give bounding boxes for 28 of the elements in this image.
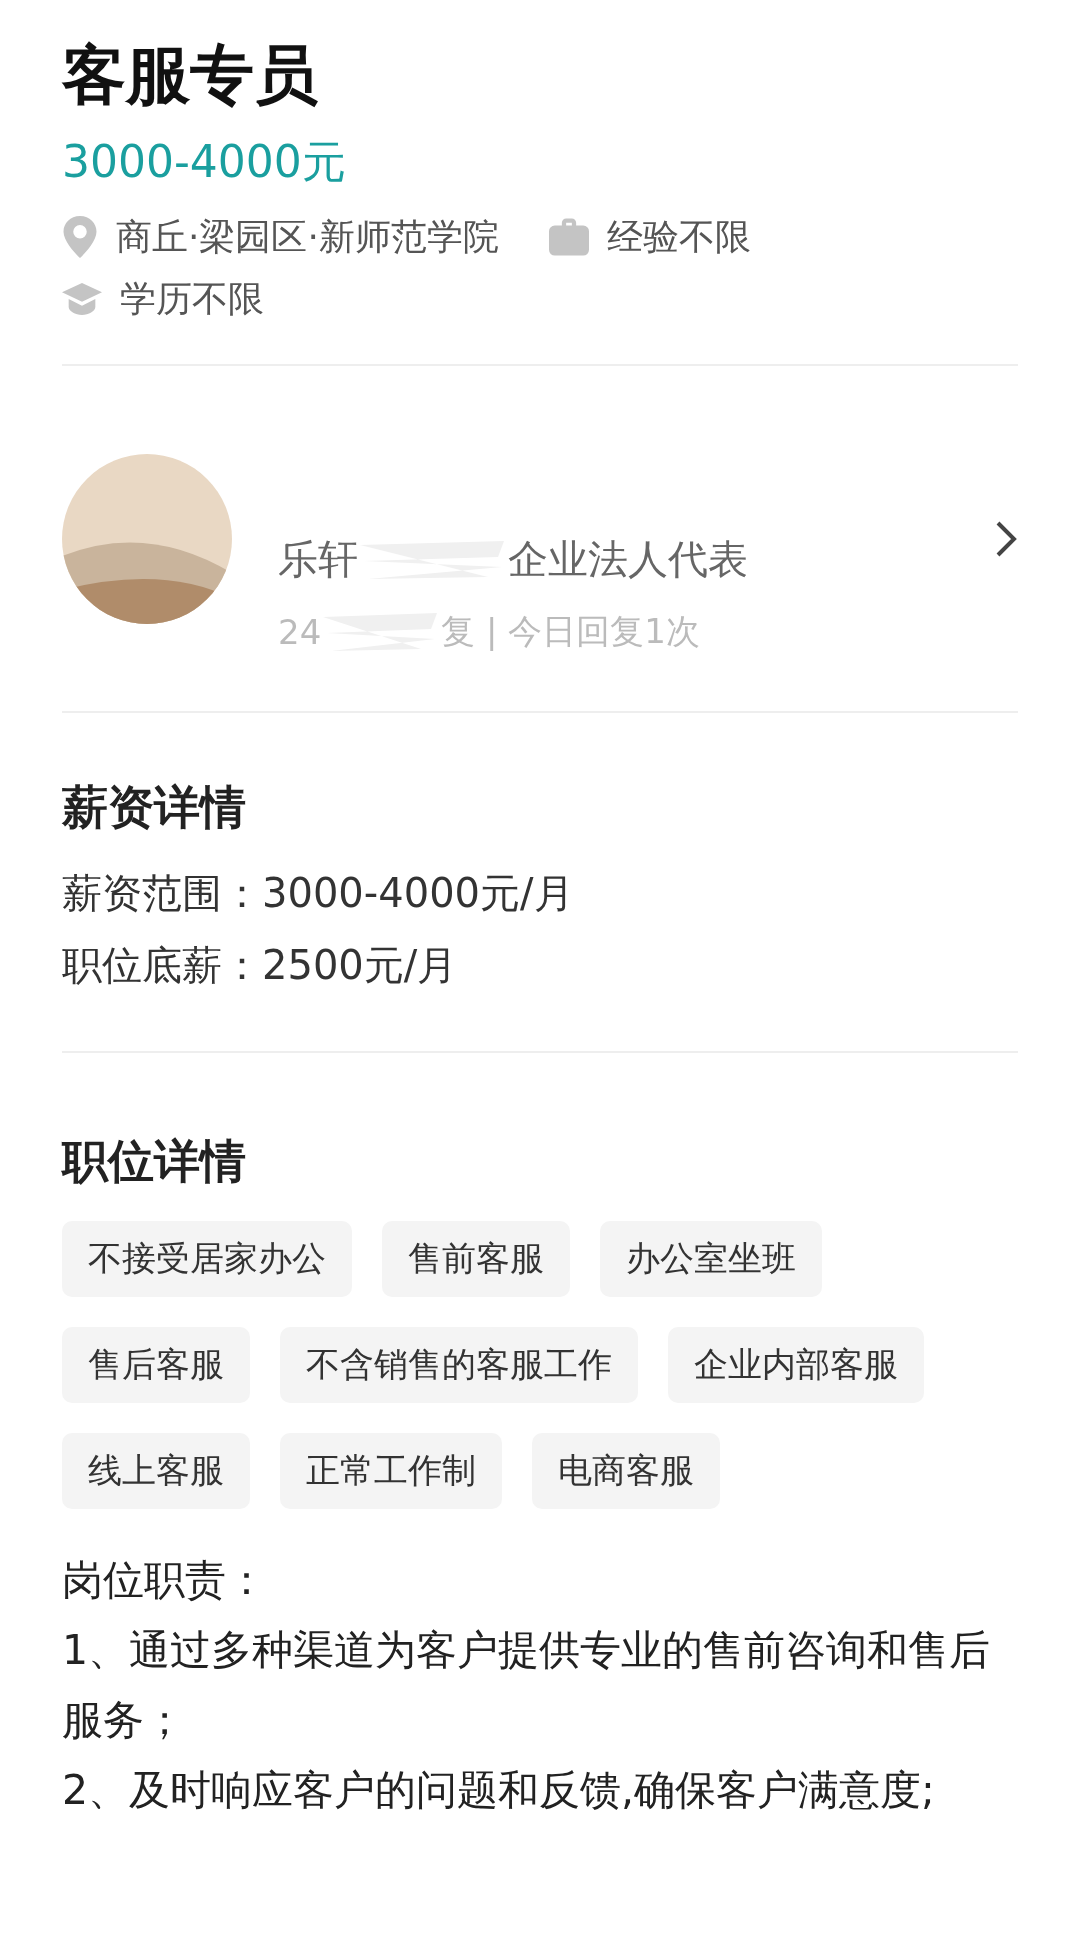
job-tag: 正常工作制 [280, 1433, 502, 1509]
reply-info: 复 | 今日回复1次 [441, 610, 700, 653]
job-meta-text: 经验不限 [606, 215, 751, 259]
briefcase-icon [548, 218, 589, 256]
graduation-cap-icon [62, 283, 102, 315]
description-text: 2、及时响应客户的问题和反馈,确保客户满意度; [62, 1765, 936, 1816]
location-pin-icon [62, 216, 98, 258]
job-tag: 线上客服 [62, 1433, 250, 1509]
recruiter-role: 企业法人代表 [508, 535, 748, 584]
salary: 3000-4000元 [62, 135, 347, 189]
job-title: 客服专员 [62, 37, 319, 114]
reply-time: 24 [278, 612, 322, 652]
section-heading: 薪资详情 [62, 779, 247, 836]
recruiter-name: 乐轩 [278, 535, 358, 584]
job-tag: 售前客服 [382, 1221, 570, 1297]
job-tag: 售后客服 [62, 1327, 250, 1403]
section-heading: 职位详情 [62, 1133, 247, 1190]
salary-detail-text: 薪资范围：3000-4000元/月 [62, 869, 575, 918]
job-tag: 不接受居家办公 [62, 1221, 352, 1297]
job-tag: 不含销售的客服工作 [280, 1327, 638, 1403]
description-text: 1、通过多种渠道为客户提供专业的售前咨询和售后服务； [62, 1625, 992, 1746]
job-tag: 办公室坐班 [600, 1221, 822, 1297]
salary-detail-text: 职位底薪：2500元/月 [62, 941, 459, 990]
job-tag: 电商客服 [532, 1433, 720, 1509]
job-tag: 企业内部客服 [668, 1327, 924, 1403]
job-meta-text: 学历不限 [120, 277, 264, 321]
description-text: 岗位职责： [62, 1555, 268, 1606]
job-meta-text: 商丘·梁园区·新师范学院 [116, 215, 499, 259]
